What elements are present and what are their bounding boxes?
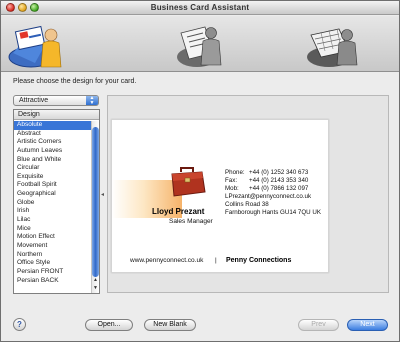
card-email: LPrezant@pennyconnect.co.uk	[225, 193, 312, 201]
fax-value: +44 (0) 2143 353 340	[249, 177, 309, 185]
scroll-down-icon[interactable]: ▼	[92, 285, 99, 291]
design-category-value: Attractive	[19, 97, 49, 104]
card-separator: |	[215, 257, 217, 264]
business-card-assistant-window: Business Card Assistant Please choose th…	[0, 0, 400, 342]
card-website: www.pennyconnect.co.uk	[130, 257, 204, 264]
design-list-item[interactable]: Blue and White	[14, 156, 92, 165]
design-list[interactable]: Design Absolute Abstract Artistic Corners A…	[13, 109, 100, 294]
design-list-item[interactable]: Office Style	[14, 259, 92, 268]
popup-arrows-icon: ▲ ▼	[86, 96, 98, 105]
design-list-item[interactable]: Motion Effect	[14, 233, 92, 242]
design-list-item[interactable]: Geographical	[14, 190, 92, 199]
split-view-handle-icon[interactable]: ◂	[101, 191, 104, 198]
card-person-name: Lloyd Prezant	[152, 207, 205, 216]
design-list-item[interactable]: Irish	[14, 207, 92, 216]
card-fax-row: Fax: +44 (0) 2143 353 340	[225, 177, 321, 185]
new-blank-button[interactable]: New Blank	[144, 319, 196, 331]
design-list-scrollbar[interactable]: ▲ ▼	[91, 121, 99, 293]
mob-value: +44 (0) 7866 132 097	[249, 185, 309, 193]
instruction-text: Please choose the design for your card.	[13, 78, 137, 85]
design-list-item[interactable]: Football Spirit	[14, 181, 92, 190]
toolbar	[1, 16, 399, 72]
card-person-role: Sales Manager	[169, 218, 213, 225]
design-list-item[interactable]: Persian FRONT	[14, 268, 92, 277]
card-address-line-2: Farnborough Hants GU14 7QU UK	[225, 209, 321, 217]
fax-label: Fax:	[225, 177, 238, 185]
design-category-popup[interactable]: Attractive ▲ ▼	[13, 95, 99, 106]
design-list-item[interactable]: Circular	[14, 164, 92, 173]
card-phone-row: Phone: +44 (0) 1252 340 673	[225, 169, 321, 177]
help-button[interactable]: ?	[13, 318, 26, 331]
design-list-item[interactable]: Autumn Leaves	[14, 147, 92, 156]
window-title: Business Card Assistant	[150, 3, 250, 12]
toolbar-step-print[interactable]	[301, 17, 363, 71]
design-list-item[interactable]: Northern	[14, 251, 92, 260]
design-list-item[interactable]: Movement	[14, 242, 92, 251]
card-company-name: Penny Connections	[226, 257, 292, 264]
mob-label: Mob:	[225, 185, 239, 193]
prev-button[interactable]: Prev	[298, 319, 339, 331]
design-list-item[interactable]: Exquisite	[14, 173, 92, 182]
title-bar[interactable]: Business Card Assistant	[1, 1, 399, 15]
open-button[interactable]: Open...	[85, 319, 133, 331]
design-list-item[interactable]: Abstract	[14, 130, 92, 139]
design-list-items: Absolute Abstract Artistic Corners Autumn L…	[14, 121, 92, 285]
phone-label: Phone:	[225, 169, 245, 176]
briefcase-icon	[171, 167, 206, 197]
card-mob-row: Mob: +44 (0) 7866 132 097	[225, 185, 321, 193]
scroll-up-icon[interactable]: ▲	[92, 277, 99, 283]
card-print-icon	[307, 28, 358, 67]
card-contact-details: Phone: +44 (0) 1252 340 673 Fax: +44 (0) 2…	[225, 169, 321, 218]
design-list-item[interactable]: Lilac	[14, 216, 92, 225]
card-design-icon	[8, 25, 62, 68]
design-list-item[interactable]: Absolute	[14, 121, 92, 130]
phone-value: +44 (0) 1252 340 673	[249, 169, 309, 176]
design-list-item[interactable]: Mice	[14, 225, 92, 234]
card-details-icon	[177, 26, 222, 67]
scroll-thumb[interactable]	[92, 127, 99, 277]
next-button[interactable]: Next	[347, 319, 388, 331]
card-address-line-1: Collins Road 38	[225, 201, 269, 209]
toolbar-step-design[interactable]	[5, 17, 67, 71]
design-list-item[interactable]: Persian BACK	[14, 277, 92, 286]
design-list-item[interactable]: Globe	[14, 199, 92, 208]
design-list-item[interactable]: Artistic Corners	[14, 138, 92, 147]
toolbar-step-details[interactable]	[167, 17, 229, 71]
business-card-preview: Lloyd Prezant Sales Manager Phone: +44 (0…	[111, 119, 329, 273]
design-column-header[interactable]: Design	[14, 110, 99, 120]
